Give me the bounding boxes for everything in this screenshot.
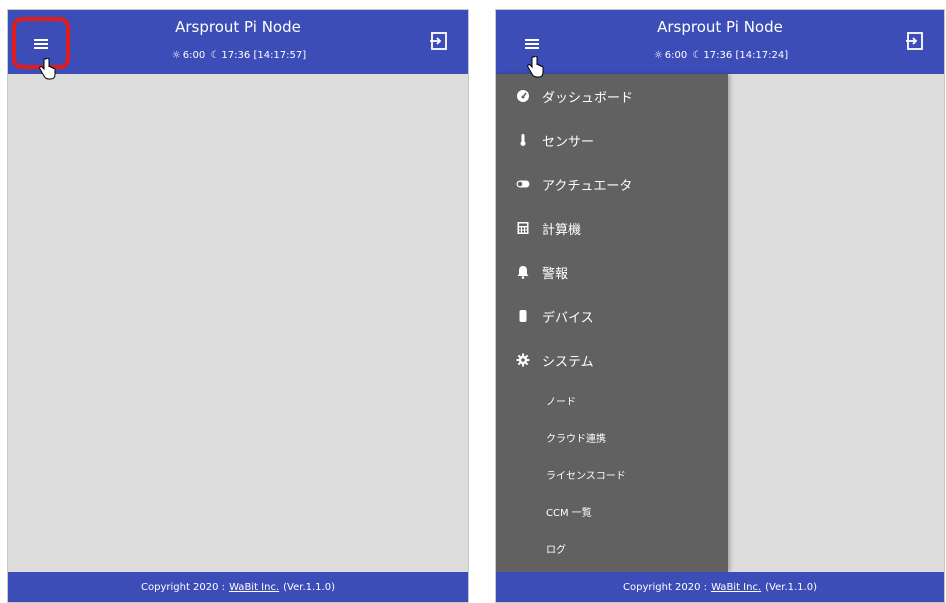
hand-cursor-icon bbox=[39, 58, 56, 80]
nav-sub-item[interactable]: クラウド連携 bbox=[496, 419, 728, 456]
nav-item-calculator[interactable]: 計算機 bbox=[496, 206, 728, 250]
nav-label: センサー bbox=[542, 134, 595, 150]
nav-label: システム bbox=[542, 354, 594, 370]
sunrise-time: 6:00 bbox=[664, 50, 688, 61]
dashboard-icon bbox=[516, 89, 530, 103]
right-screen: Arsprout Pi Node ☼ 6:00 ☾ 17:36 [14:17:24]… bbox=[496, 10, 944, 602]
nav-sub-item[interactable]: CCM 一覧 bbox=[496, 493, 728, 530]
nav-label: 警報 bbox=[542, 266, 569, 282]
version-text: (Ver.1.1.0) bbox=[765, 581, 817, 593]
nav-item-alarm[interactable]: 警報 bbox=[496, 250, 728, 294]
app-bar: Arsprout Pi Node ☼ 6:00 ☾ 17:36 [14:17:57] bbox=[8, 10, 468, 74]
nav-sub-label: ノード bbox=[546, 397, 576, 408]
toggle-icon bbox=[516, 177, 530, 191]
company-link[interactable]: WaBit Inc. bbox=[229, 582, 279, 593]
sunset-time: 17:36 bbox=[703, 50, 733, 61]
nav-sub-item[interactable]: ノード bbox=[496, 382, 728, 419]
calculator-icon bbox=[516, 221, 530, 235]
nav-sub-item[interactable]: ログ bbox=[496, 530, 728, 567]
nav-item-sensor[interactable]: センサー bbox=[496, 118, 728, 162]
left-screen: Arsprout Pi Node ☼ 6:00 ☾ 17:36 [14:17:57]… bbox=[8, 10, 468, 602]
hamburger-icon bbox=[525, 39, 539, 49]
nav-sub-label: ログ bbox=[546, 545, 566, 556]
moon-icon: ☾ bbox=[210, 50, 220, 61]
logout-icon[interactable] bbox=[428, 30, 450, 52]
sun-times: ☼ 6:00 ☾ 17:36 [14:17:57] bbox=[8, 50, 468, 61]
copyright-text: Copyright 2020 : bbox=[623, 581, 708, 593]
navigation-drawer: ダッシュボード センサー アクチュエータ 計算機 警報 デバイス システム ノー… bbox=[496, 74, 728, 572]
app-title: Arsprout Pi Node bbox=[657, 18, 783, 36]
nav-item-system[interactable]: システム bbox=[496, 338, 728, 382]
sunrise-time: 6:00 bbox=[182, 50, 206, 61]
nav-item-dashboard[interactable]: ダッシュボード bbox=[496, 74, 728, 118]
nav-sub-label: クラウド連携 bbox=[546, 434, 606, 445]
nav-sub-label: ライセンスコード bbox=[546, 471, 626, 482]
hand-cursor-icon bbox=[527, 56, 544, 78]
app-title: Arsprout Pi Node bbox=[175, 18, 301, 36]
thermometer-icon bbox=[516, 133, 530, 147]
sunrise-icon: ☼ bbox=[171, 50, 181, 61]
company-link[interactable]: WaBit Inc. bbox=[711, 582, 761, 593]
gear-icon bbox=[516, 353, 530, 367]
nav-label: アクチュエータ bbox=[542, 178, 633, 194]
device-icon bbox=[516, 309, 530, 323]
footer: Copyright 2020 : WaBit Inc. (Ver.1.1.0) bbox=[496, 572, 944, 602]
nav-label: ダッシュボード bbox=[542, 90, 634, 106]
sunset-time: 17:36 bbox=[221, 50, 251, 61]
footer: Copyright 2020 : WaBit Inc. (Ver.1.1.0) bbox=[8, 572, 468, 602]
sun-times: ☼ 6:00 ☾ 17:36 [14:17:24] bbox=[496, 50, 944, 61]
clock: [14:17:24] bbox=[735, 50, 789, 61]
clock: [14:17:57] bbox=[253, 50, 307, 61]
moon-icon: ☾ bbox=[692, 50, 702, 61]
version-text: (Ver.1.1.0) bbox=[283, 581, 335, 593]
nav-label: デバイス bbox=[542, 310, 594, 326]
app-bar: Arsprout Pi Node ☼ 6:00 ☾ 17:36 [14:17:24] bbox=[496, 10, 944, 74]
nav-item-device[interactable]: デバイス bbox=[496, 294, 728, 338]
bell-icon bbox=[516, 265, 530, 279]
nav-sub-item[interactable]: ライセンスコード bbox=[496, 456, 728, 493]
nav-item-actuator[interactable]: アクチュエータ bbox=[496, 162, 728, 206]
nav-sub-label: CCM 一覧 bbox=[546, 508, 592, 519]
copyright-text: Copyright 2020 : bbox=[141, 581, 226, 593]
logout-icon[interactable] bbox=[904, 30, 926, 52]
nav-label: 計算機 bbox=[542, 222, 582, 238]
sunrise-icon: ☼ bbox=[653, 50, 663, 61]
